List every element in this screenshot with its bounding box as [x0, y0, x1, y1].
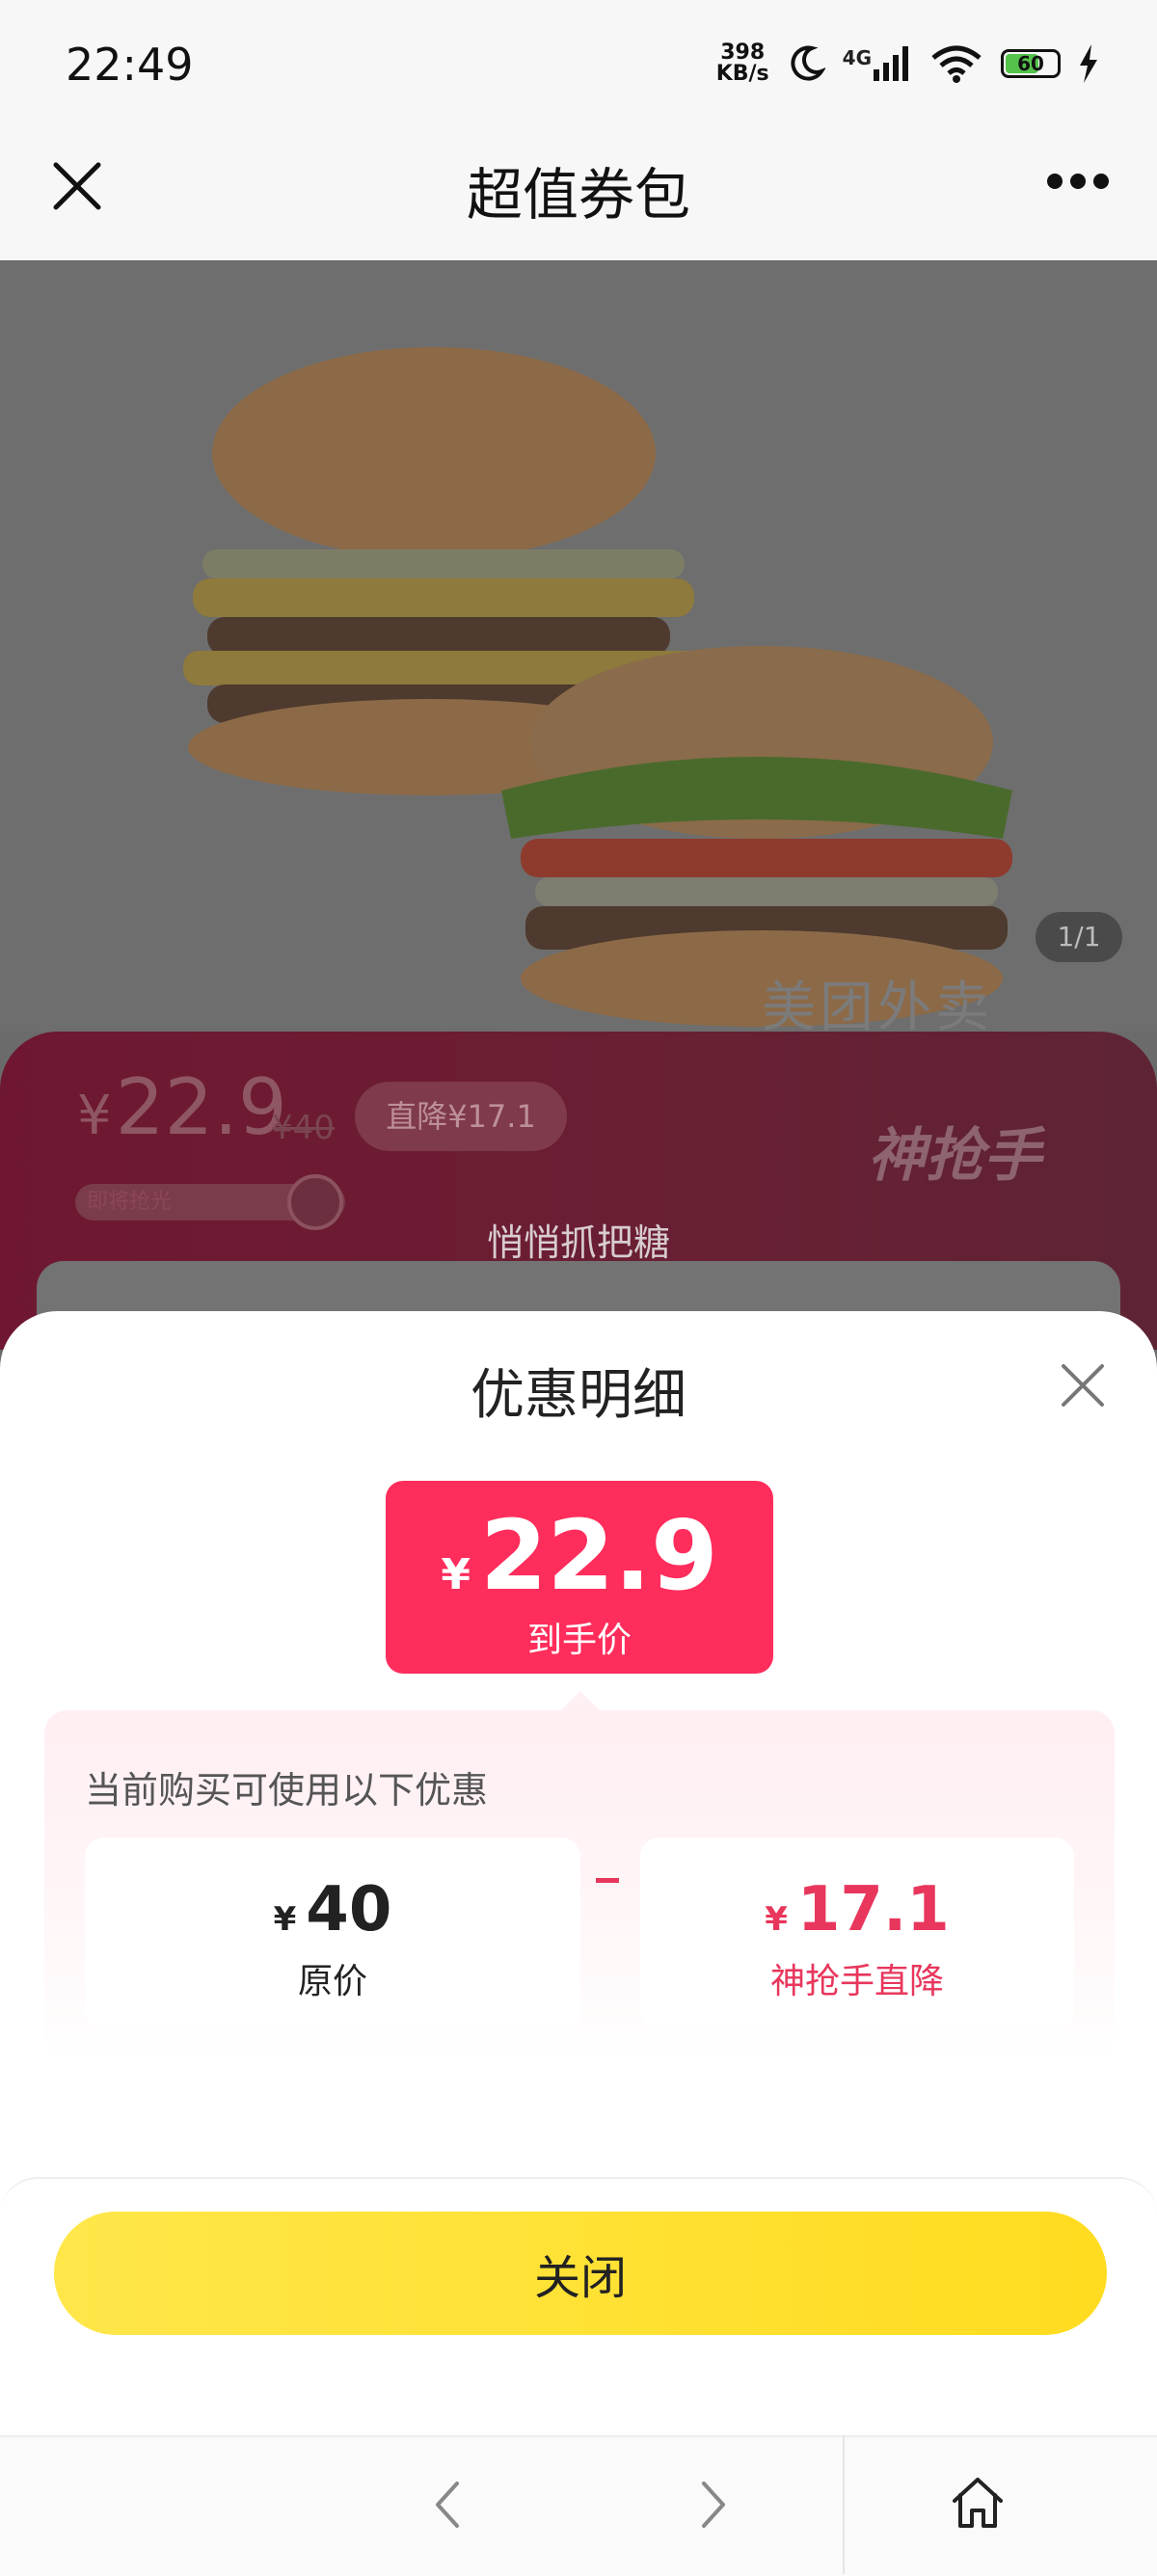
status-icons: 398 KB/s 4G 60	[716, 42, 1099, 85]
original-currency: ¥	[273, 1900, 297, 1939]
promo-slogan: 悄悄抓把糖	[486, 1221, 670, 1264]
forward-icon[interactable]	[688, 2478, 737, 2532]
charging-icon	[1080, 44, 1097, 83]
sheet-title: 优惠明细	[471, 1364, 686, 1427]
wifi-icon	[931, 45, 982, 83]
image-pager: 1/1	[1036, 912, 1122, 962]
close-button[interactable]: 关闭	[54, 2212, 1107, 2335]
promo-original-price: ¥40	[272, 1109, 335, 1147]
status-time: 22:49	[66, 39, 194, 91]
promo-discount-tag: 直降¥17.1	[355, 1082, 567, 1151]
network-type: 4G	[842, 46, 872, 69]
home-icon[interactable]	[949, 2474, 1007, 2532]
promo-price: ¥22.9	[77, 1062, 287, 1152]
back-icon[interactable]	[424, 2478, 472, 2532]
more-icon[interactable]	[1047, 174, 1109, 189]
page-title: 超值券包	[466, 162, 690, 228]
net-speed-value: 398	[720, 40, 766, 65]
final-price-value: 22.9	[479, 1499, 718, 1612]
watermark: 美团外卖	[762, 977, 993, 1039]
discount-intro: 当前购买可使用以下优惠	[85, 1769, 489, 1811]
battery-level: 60	[1017, 52, 1044, 75]
net-speed-unit: KB/s	[715, 62, 769, 86]
discount-label: 神抢手直降	[769, 1962, 944, 2001]
discount-currency: ¥	[765, 1900, 788, 1939]
final-price-label: 到手价	[526, 1621, 632, 1660]
final-price-badge: ¥22.9 到手价	[386, 1481, 773, 1674]
net-speed: 398 KB/s	[716, 42, 769, 85]
brand-logo: 神抢手	[868, 1122, 1041, 1190]
discount-value: 17.1	[796, 1874, 950, 1945]
discount-amount: ¥17.1	[640, 1876, 1074, 1953]
burger-illustration	[183, 347, 1012, 1027]
original-price-amount: ¥40	[85, 1876, 580, 1953]
original-price-box: ¥40 原价	[85, 1838, 580, 2030]
moon-icon	[791, 45, 825, 81]
product-image	[0, 260, 1157, 1032]
battery-icon: 60	[1001, 49, 1061, 78]
final-price-amount: ¥22.9	[386, 1508, 773, 1623]
badge-pointer	[561, 1691, 600, 1710]
signal-icon: 4G	[843, 46, 912, 81]
minus-sign	[596, 1878, 619, 1883]
promo-price-value: 22.9	[115, 1062, 287, 1152]
sheet-close-icon[interactable]	[1059, 1361, 1107, 1409]
discount-box: ¥17.1 神抢手直降	[640, 1838, 1074, 2030]
promo-currency: ¥	[77, 1085, 112, 1147]
original-price-label: 原价	[297, 1962, 367, 2001]
original-price-value: 40	[306, 1874, 392, 1945]
nav-divider	[843, 2435, 845, 2574]
final-currency: ¥	[441, 1550, 471, 1599]
